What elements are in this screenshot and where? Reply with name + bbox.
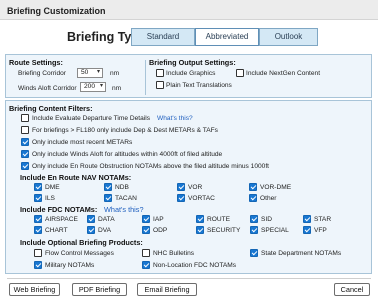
nav-other-checkbox[interactable] bbox=[249, 194, 257, 202]
fdc-whats-this-link[interactable]: What's this? bbox=[104, 205, 144, 214]
dialog-title: Briefing Customization bbox=[0, 0, 378, 20]
briefing-corridor-unit: nm bbox=[110, 70, 120, 77]
settings-divider bbox=[145, 60, 146, 95]
briefing-type-row: Briefing Type: Standard Abbreviated Outl… bbox=[0, 27, 378, 47]
fdc-odp-checkbox[interactable] bbox=[142, 226, 150, 234]
filter-evaluate-departure-label: Include Evaluate Departure Time Details bbox=[32, 115, 151, 122]
whats-this-link[interactable]: What's this? bbox=[157, 115, 193, 122]
opt-military-checkbox[interactable] bbox=[34, 261, 42, 269]
include-graphics-label: Include Graphics bbox=[166, 70, 216, 77]
nav-dme-checkbox[interactable] bbox=[34, 183, 42, 191]
briefing-type-abbreviated[interactable]: Abbreviated bbox=[195, 28, 259, 46]
filter-recent-metars-label: Only include most recent METARs bbox=[32, 139, 133, 146]
pdf-briefing-button[interactable]: PDF Briefing bbox=[72, 283, 127, 296]
opt-state-dept-label: State Department NOTAMs bbox=[261, 250, 342, 257]
cancel-button[interactable]: Cancel bbox=[334, 283, 370, 296]
include-nextgen-label: Include NextGen Content bbox=[246, 70, 321, 77]
fdc-vfp-checkbox[interactable] bbox=[303, 226, 311, 234]
chevron-down-icon: ▾ bbox=[99, 83, 103, 89]
filter-winds-aloft-checkbox[interactable] bbox=[21, 150, 29, 158]
fdc-sid-checkbox[interactable] bbox=[250, 215, 258, 223]
fdc-star-label: STAR bbox=[314, 216, 332, 223]
fdc-iap-label: IAP bbox=[153, 216, 164, 223]
fdc-data-label: DATA bbox=[98, 216, 115, 223]
fdc-sid-label: SID bbox=[261, 216, 272, 223]
opt-state-dept-checkbox[interactable] bbox=[250, 249, 258, 257]
filter-obstruction-checkbox[interactable] bbox=[21, 162, 29, 170]
include-nextgen-checkbox[interactable] bbox=[236, 69, 244, 77]
plain-text-checkbox[interactable] bbox=[156, 81, 164, 89]
nav-other-label: Other bbox=[260, 195, 277, 202]
opt-non-location-fdc-checkbox[interactable] bbox=[142, 261, 150, 269]
fdc-route-label: ROUTE bbox=[207, 216, 231, 223]
nav-ils-label: ILS bbox=[45, 195, 55, 202]
include-graphics-checkbox[interactable] bbox=[156, 69, 164, 77]
nav-ils-checkbox[interactable] bbox=[34, 194, 42, 202]
fdc-route-checkbox[interactable] bbox=[196, 215, 204, 223]
opt-non-location-fdc-label: Non-Location FDC NOTAMs bbox=[153, 262, 237, 269]
chevron-down-icon: ▾ bbox=[96, 69, 100, 75]
nav-vor-dme-label: VOR-DME bbox=[260, 184, 292, 191]
route-settings-title: Route Settings: bbox=[9, 58, 63, 67]
fdc-special-label: SPECIAL bbox=[261, 227, 289, 234]
filter-evaluate-departure-checkbox[interactable] bbox=[21, 114, 29, 122]
fdc-chart-label: CHART bbox=[45, 227, 68, 234]
fdc-odp-label: ODP bbox=[153, 227, 168, 234]
fdc-vfp-label: VFP bbox=[314, 227, 327, 234]
fdc-data-checkbox[interactable] bbox=[87, 215, 95, 223]
briefing-type-standard[interactable]: Standard bbox=[131, 28, 195, 46]
filter-fl180-checkbox[interactable] bbox=[21, 126, 29, 134]
opt-flow-control-label: Flow Control Messages bbox=[45, 250, 114, 257]
nav-notams-title: Include En Route NAV NOTAMs: bbox=[20, 173, 132, 182]
email-briefing-button[interactable]: Email Briefing bbox=[137, 283, 197, 296]
winds-aloft-corridor-select[interactable]: 200 ▾ bbox=[80, 82, 106, 92]
winds-aloft-corridor-unit: nm bbox=[112, 85, 122, 92]
filter-recent-metars-checkbox[interactable] bbox=[21, 138, 29, 146]
fdc-star-checkbox[interactable] bbox=[303, 215, 311, 223]
fdc-security-checkbox[interactable] bbox=[196, 226, 204, 234]
output-settings-title: Briefing Output Settings: bbox=[149, 58, 236, 67]
filter-fl180-label: For briefings > FL180 only include Dep &… bbox=[32, 127, 218, 134]
plain-text-label: Plain Text Translations bbox=[166, 82, 232, 89]
fdc-notams-title: Include FDC NOTAMs: bbox=[20, 205, 98, 214]
nav-vor-label: VOR bbox=[188, 184, 203, 191]
briefing-type-outlook[interactable]: Outlook bbox=[259, 28, 318, 46]
fdc-airspace-checkbox[interactable] bbox=[34, 215, 42, 223]
fdc-dva-checkbox[interactable] bbox=[87, 226, 95, 234]
nav-vor-dme-checkbox[interactable] bbox=[249, 183, 257, 191]
opt-flow-control-checkbox[interactable] bbox=[34, 249, 42, 257]
briefing-corridor-select[interactable]: 50 ▾ bbox=[77, 68, 103, 78]
filter-obstruction-label: Only include En Route Obstruction NOTAMs… bbox=[32, 163, 270, 170]
opt-military-label: Military NOTAMs bbox=[45, 262, 95, 269]
fdc-airspace-label: AIRSPACE bbox=[45, 216, 78, 223]
footer-divider bbox=[7, 278, 371, 279]
winds-aloft-corridor-label: Winds Aloft Corridor bbox=[18, 85, 77, 92]
filter-winds-aloft-label: Only include Winds Aloft for altitudes w… bbox=[32, 151, 223, 158]
web-briefing-button[interactable]: Web Briefing bbox=[9, 283, 60, 296]
content-filters-title: Briefing Content Filters: bbox=[9, 104, 93, 113]
nav-vortac-label: VORTAC bbox=[188, 195, 215, 202]
opt-nhc-checkbox[interactable] bbox=[142, 249, 150, 257]
nav-tacan-checkbox[interactable] bbox=[104, 194, 112, 202]
optional-products-title: Include Optional Briefing Products: bbox=[20, 238, 143, 247]
nav-vortac-checkbox[interactable] bbox=[177, 194, 185, 202]
fdc-special-checkbox[interactable] bbox=[250, 226, 258, 234]
fdc-security-label: SECURITY bbox=[207, 227, 241, 234]
nav-dme-label: DME bbox=[45, 184, 60, 191]
fdc-iap-checkbox[interactable] bbox=[142, 215, 150, 223]
nav-ndb-checkbox[interactable] bbox=[104, 183, 112, 191]
opt-nhc-label: NHC Bulletins bbox=[153, 250, 195, 257]
nav-vor-checkbox[interactable] bbox=[177, 183, 185, 191]
briefing-corridor-label: Briefing Corridor bbox=[18, 70, 67, 77]
fdc-dva-label: DVA bbox=[98, 227, 112, 234]
fdc-chart-checkbox[interactable] bbox=[34, 226, 42, 234]
nav-ndb-label: NDB bbox=[115, 184, 129, 191]
nav-tacan-label: TACAN bbox=[115, 195, 137, 202]
